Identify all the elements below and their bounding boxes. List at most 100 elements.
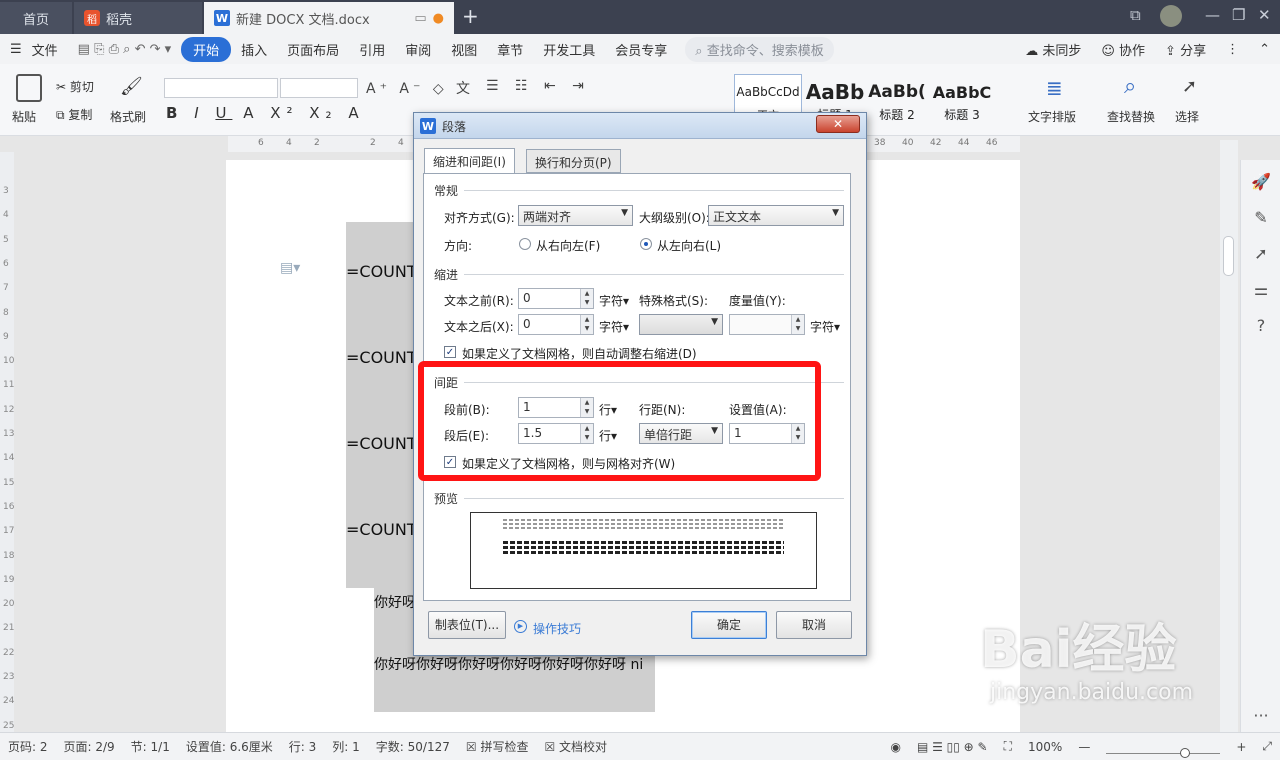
vruler-tick: 23: [3, 672, 15, 682]
text-layout-button[interactable]: 文字排版: [1028, 108, 1076, 125]
eye-icon[interactable]: ◉: [882, 740, 908, 754]
help-icon[interactable]: ?: [1251, 316, 1271, 336]
style-heading2[interactable]: AaBb( 标题 2: [866, 74, 928, 128]
window-count-icon[interactable]: ⧉: [1130, 6, 1141, 24]
outline-select[interactable]: 正文文本 ▼: [708, 205, 844, 226]
pen-icon[interactable]: ✎: [1251, 208, 1271, 228]
zoom-slider-thumb[interactable]: [1180, 747, 1191, 758]
cursor-icon[interactable]: ➚: [1251, 244, 1271, 264]
paste-button[interactable]: 粘贴: [12, 108, 36, 125]
font-size-buttons[interactable]: A⁺ A⁻ ◇ 文: [366, 78, 474, 98]
minimize-icon[interactable]: —: [1205, 6, 1220, 24]
measure-input[interactable]: ▲ ▼: [729, 314, 805, 335]
menu-section[interactable]: 章节: [487, 40, 533, 59]
paragraph-menu-icon[interactable]: ▤▾: [280, 260, 300, 276]
special-format-select[interactable]: ▼: [639, 314, 723, 335]
menu-developer[interactable]: 开发工具: [533, 40, 605, 59]
zoom-out-icon[interactable]: —: [1070, 740, 1098, 754]
zoom-level[interactable]: 100%: [1020, 740, 1070, 754]
select-button[interactable]: 选择: [1175, 108, 1199, 125]
collapse-icon[interactable]: ⌃: [1249, 42, 1280, 57]
status-words[interactable]: 字数: 50/127: [368, 738, 458, 755]
menu-home[interactable]: 开始: [181, 36, 232, 62]
sync-button[interactable]: ☁ 未同步: [1015, 40, 1091, 59]
wps-writer-icon: W: [420, 118, 436, 134]
rocket-icon[interactable]: 🚀: [1251, 172, 1271, 192]
tab-line-page-break[interactable]: 换行和分页(P): [526, 149, 621, 173]
ok-button[interactable]: 确定: [691, 611, 767, 639]
command-search[interactable]: ⌕ 查找命令、搜索模板: [685, 36, 834, 62]
cut-button[interactable]: ✂ 剪切: [56, 78, 94, 95]
rtl-radio[interactable]: [519, 238, 531, 250]
monitor-icon[interactable]: ▭: [414, 11, 426, 26]
ltr-radio[interactable]: [640, 238, 652, 250]
auto-adjust-label[interactable]: 如果定义了文档网格，则自动调整右缩进(D): [462, 345, 697, 362]
font-size-select[interactable]: [280, 78, 358, 98]
ruler-tick: 4: [398, 138, 404, 148]
font-format-buttons[interactable]: B I U A X² X₂ A: [166, 104, 365, 122]
new-tab-icon[interactable]: +: [462, 4, 479, 28]
paragraph-buttons[interactable]: ☰ ☷ ⇤ ⇥: [486, 78, 590, 94]
menu-member[interactable]: 会员专享: [605, 40, 677, 59]
tab-daoke[interactable]: 稻稻壳: [74, 2, 202, 34]
more-dots-icon[interactable]: ···: [1251, 706, 1271, 726]
spinner-icon[interactable]: ▲ ▼: [791, 315, 804, 334]
quick-access-icons[interactable]: ▤ ⎘ ⎙ ⌕ ↶ ↷ ▾: [68, 42, 181, 57]
font-name-select[interactable]: [164, 78, 278, 98]
indent-before-input[interactable]: 0 ▲ ▼: [518, 288, 594, 309]
measure-unit[interactable]: 字符▾: [810, 318, 840, 335]
view-mode-icons[interactable]: ▤ ☰ ▯▯ ⊕ ✎: [909, 740, 996, 754]
hamburger-icon[interactable]: ☰: [0, 42, 32, 57]
menu-view[interactable]: 视图: [441, 40, 487, 59]
menu-file[interactable]: 文件: [32, 40, 68, 59]
menu-layout[interactable]: 页面布局: [277, 40, 349, 59]
find-replace-button[interactable]: 查找替换: [1107, 108, 1155, 125]
select-cursor-icon[interactable]: ➚: [1182, 76, 1197, 97]
collab-button[interactable]: ☺ 协作: [1091, 40, 1155, 59]
auto-adjust-checkbox[interactable]: ✓: [444, 346, 456, 358]
indent-after-input[interactable]: 0 ▲ ▼: [518, 314, 594, 335]
find-replace-icon[interactable]: ⌕: [1124, 74, 1136, 99]
tab-document[interactable]: W 新建 DOCX 文档.docx ▭ ●: [204, 2, 454, 34]
indent-after-unit[interactable]: 字符▾: [599, 318, 629, 335]
text-layout-icon[interactable]: ≣: [1046, 76, 1063, 100]
tab-indent-spacing[interactable]: 缩进和间距(I): [424, 148, 515, 174]
share-button[interactable]: ⇪ 分享: [1155, 40, 1216, 59]
spinner-icon[interactable]: ▲ ▼: [580, 315, 593, 334]
zoom-in-icon[interactable]: +: [1228, 740, 1254, 754]
restore-icon[interactable]: ❐: [1232, 6, 1245, 24]
close-icon[interactable]: ✕: [1258, 6, 1271, 24]
more-icon[interactable]: ⋮: [1216, 42, 1249, 57]
menu-references[interactable]: 引用: [349, 40, 395, 59]
spell-check-button[interactable]: ☒ 拼写检查: [458, 738, 537, 755]
copy-button[interactable]: ⧉ 复制: [56, 106, 92, 123]
avatar[interactable]: [1160, 5, 1182, 27]
preview-line: [503, 523, 784, 525]
cancel-button[interactable]: 取消: [776, 611, 852, 639]
indent-before-unit[interactable]: 字符▾: [599, 292, 629, 309]
vertical-ruler[interactable]: 3456789101112131415161718192021222324252…: [0, 152, 15, 755]
tabs-button[interactable]: 制表位(T)...: [428, 611, 506, 639]
fit-icon[interactable]: ⛶: [996, 739, 1020, 754]
format-painter-icon[interactable]: 🖌: [120, 76, 143, 97]
dialog-titlebar[interactable]: W 段落 ✕: [414, 113, 866, 139]
doc-proof-button[interactable]: ☒ 文档校对: [536, 738, 615, 755]
align-select[interactable]: 两端对齐 ▼: [518, 205, 633, 226]
ltr-label[interactable]: 从左向右(L): [657, 237, 721, 254]
fullscreen-icon[interactable]: ⤢: [1254, 739, 1280, 754]
paste-icon[interactable]: [16, 74, 42, 102]
tab-home[interactable]: 首页: [0, 2, 72, 34]
format-painter-button[interactable]: 格式刷: [110, 108, 146, 125]
style-heading3[interactable]: AaBbC 标题 3: [930, 74, 994, 128]
spinner-icon[interactable]: ▲ ▼: [580, 289, 593, 308]
ruler-tick: 6: [258, 138, 264, 148]
menu-review[interactable]: 审阅: [395, 40, 441, 59]
rtl-label[interactable]: 从右向左(F): [536, 237, 600, 254]
menu-insert[interactable]: 插入: [231, 40, 277, 59]
sliders-icon[interactable]: ⚌: [1251, 280, 1271, 300]
play-icon[interactable]: ▶: [514, 620, 527, 633]
tips-link[interactable]: 操作技巧: [533, 620, 581, 637]
dialog-close-icon[interactable]: ✕: [816, 115, 860, 133]
scroll-thumb[interactable]: [1223, 236, 1234, 276]
status-page[interactable]: 页面: 2/9: [56, 738, 123, 755]
